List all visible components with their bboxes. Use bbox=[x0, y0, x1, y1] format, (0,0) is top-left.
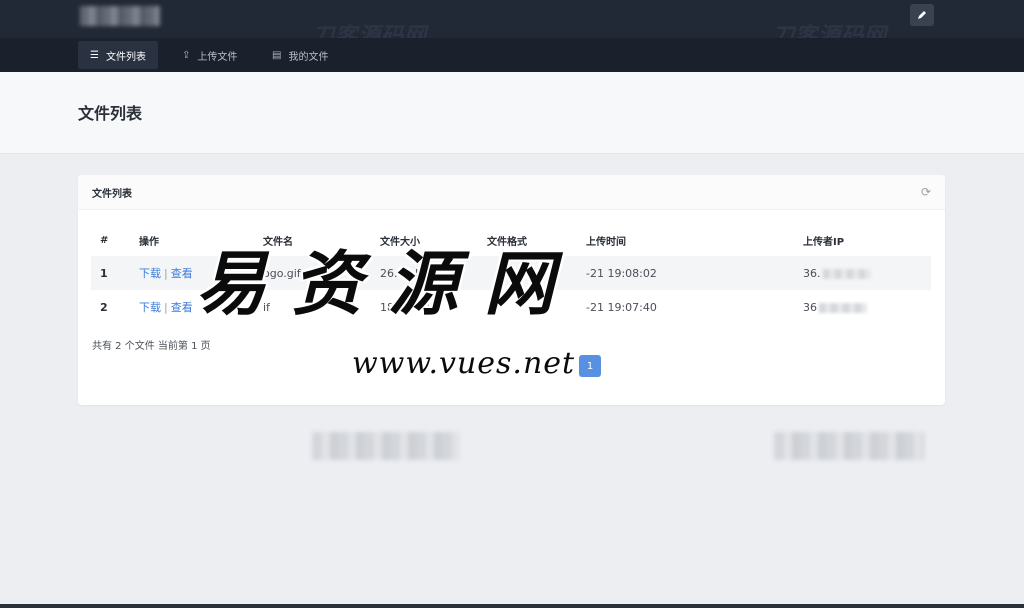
upload-time: -21 19:08:02 bbox=[577, 256, 794, 290]
column-header: 文件大小 bbox=[380, 236, 420, 248]
table-row: 1 下载 | 查看 ogo.gif 26.67 KB -21 19:08:02 36… bbox=[91, 256, 931, 290]
separator: | bbox=[164, 267, 168, 280]
file-format bbox=[478, 256, 577, 290]
ip-redacted bbox=[822, 268, 871, 279]
file-name: if bbox=[263, 300, 270, 314]
download-link[interactable]: 下载 bbox=[139, 301, 161, 314]
nav-item-label: 上传文件 bbox=[197, 51, 238, 63]
nav-item-file-list[interactable]: ☰ 文件列表 bbox=[78, 41, 158, 69]
file-list-card: 文件列表 ⟳ # 操作 文件名 文件大小 文件格式 上传时间 上传者IP 1 下… bbox=[78, 175, 945, 405]
edit-button[interactable] bbox=[910, 4, 934, 26]
file-icon: ▤ bbox=[272, 49, 282, 61]
bottom-border bbox=[0, 604, 1024, 608]
footer-text-blurred bbox=[774, 432, 924, 460]
list-icon: ☰ bbox=[90, 49, 99, 61]
refresh-icon[interactable]: ⟳ bbox=[921, 185, 931, 199]
uploader-ip: 36 bbox=[794, 290, 931, 324]
download-link[interactable]: 下载 bbox=[139, 267, 161, 280]
separator: | bbox=[164, 301, 168, 314]
card-header: 文件列表 ⟳ bbox=[78, 175, 945, 210]
brand-logo-blurred bbox=[80, 6, 160, 26]
main-nav: ☰ 文件列表 ⇪ 上传文件 ▤ 我的文件 bbox=[0, 38, 1024, 72]
nav-item-upload[interactable]: ⇪ 上传文件 bbox=[170, 41, 249, 69]
file-size: 18.01 KB bbox=[380, 300, 430, 314]
view-link[interactable]: 查看 bbox=[171, 301, 193, 314]
page-header: 文件列表 bbox=[0, 72, 1024, 154]
column-header: 上传者IP bbox=[803, 236, 845, 248]
column-header: # bbox=[100, 234, 109, 246]
top-header: 刀客源码网 刀客源码网 bbox=[0, 0, 1024, 49]
ip-text: 36 bbox=[803, 300, 817, 314]
upload-icon: ⇪ bbox=[182, 49, 191, 61]
ip-text: 36. bbox=[803, 266, 821, 280]
file-name: ogo.gif bbox=[254, 256, 371, 290]
view-link[interactable]: 查看 bbox=[171, 267, 193, 280]
footer-text-blurred bbox=[312, 432, 460, 460]
uploader-ip: 36. bbox=[794, 256, 931, 290]
table-row: 2 下载 | 查看 if 18.01 KB -21 19:07:40 36 bbox=[91, 290, 931, 324]
row-number: 2 bbox=[100, 300, 108, 314]
page-button-current[interactable]: 1 bbox=[579, 355, 601, 377]
column-header: 上传时间 bbox=[586, 236, 626, 248]
row-number: 1 bbox=[91, 256, 130, 290]
file-size: 26.67 KB bbox=[371, 256, 478, 290]
ip-redacted bbox=[819, 302, 867, 313]
nav-item-label: 文件列表 bbox=[105, 51, 146, 63]
upload-time: -21 19:07:40 bbox=[586, 300, 657, 314]
card-title: 文件列表 bbox=[92, 188, 132, 200]
nav-item-my-files[interactable]: ▤ 我的文件 bbox=[260, 41, 340, 69]
column-header: 文件名 bbox=[263, 236, 293, 248]
pagination-summary: 共有 2 个文件 当前第 1 页 bbox=[92, 341, 211, 352]
table-header-row: # 操作 文件名 文件大小 文件格式 上传时间 上传者IP bbox=[91, 224, 931, 256]
column-header: 文件格式 bbox=[487, 236, 527, 248]
column-header: 操作 bbox=[139, 236, 159, 248]
nav-item-label: 我的文件 bbox=[288, 51, 329, 63]
pen-icon bbox=[918, 11, 926, 19]
row-actions: 下载 | 查看 bbox=[130, 290, 254, 324]
page-title: 文件列表 bbox=[78, 104, 143, 123]
row-actions: 下载 | 查看 bbox=[130, 256, 254, 290]
file-format bbox=[478, 290, 577, 324]
file-table: # 操作 文件名 文件大小 文件格式 上传时间 上传者IP 1 下载 | 查看 og… bbox=[91, 224, 931, 324]
